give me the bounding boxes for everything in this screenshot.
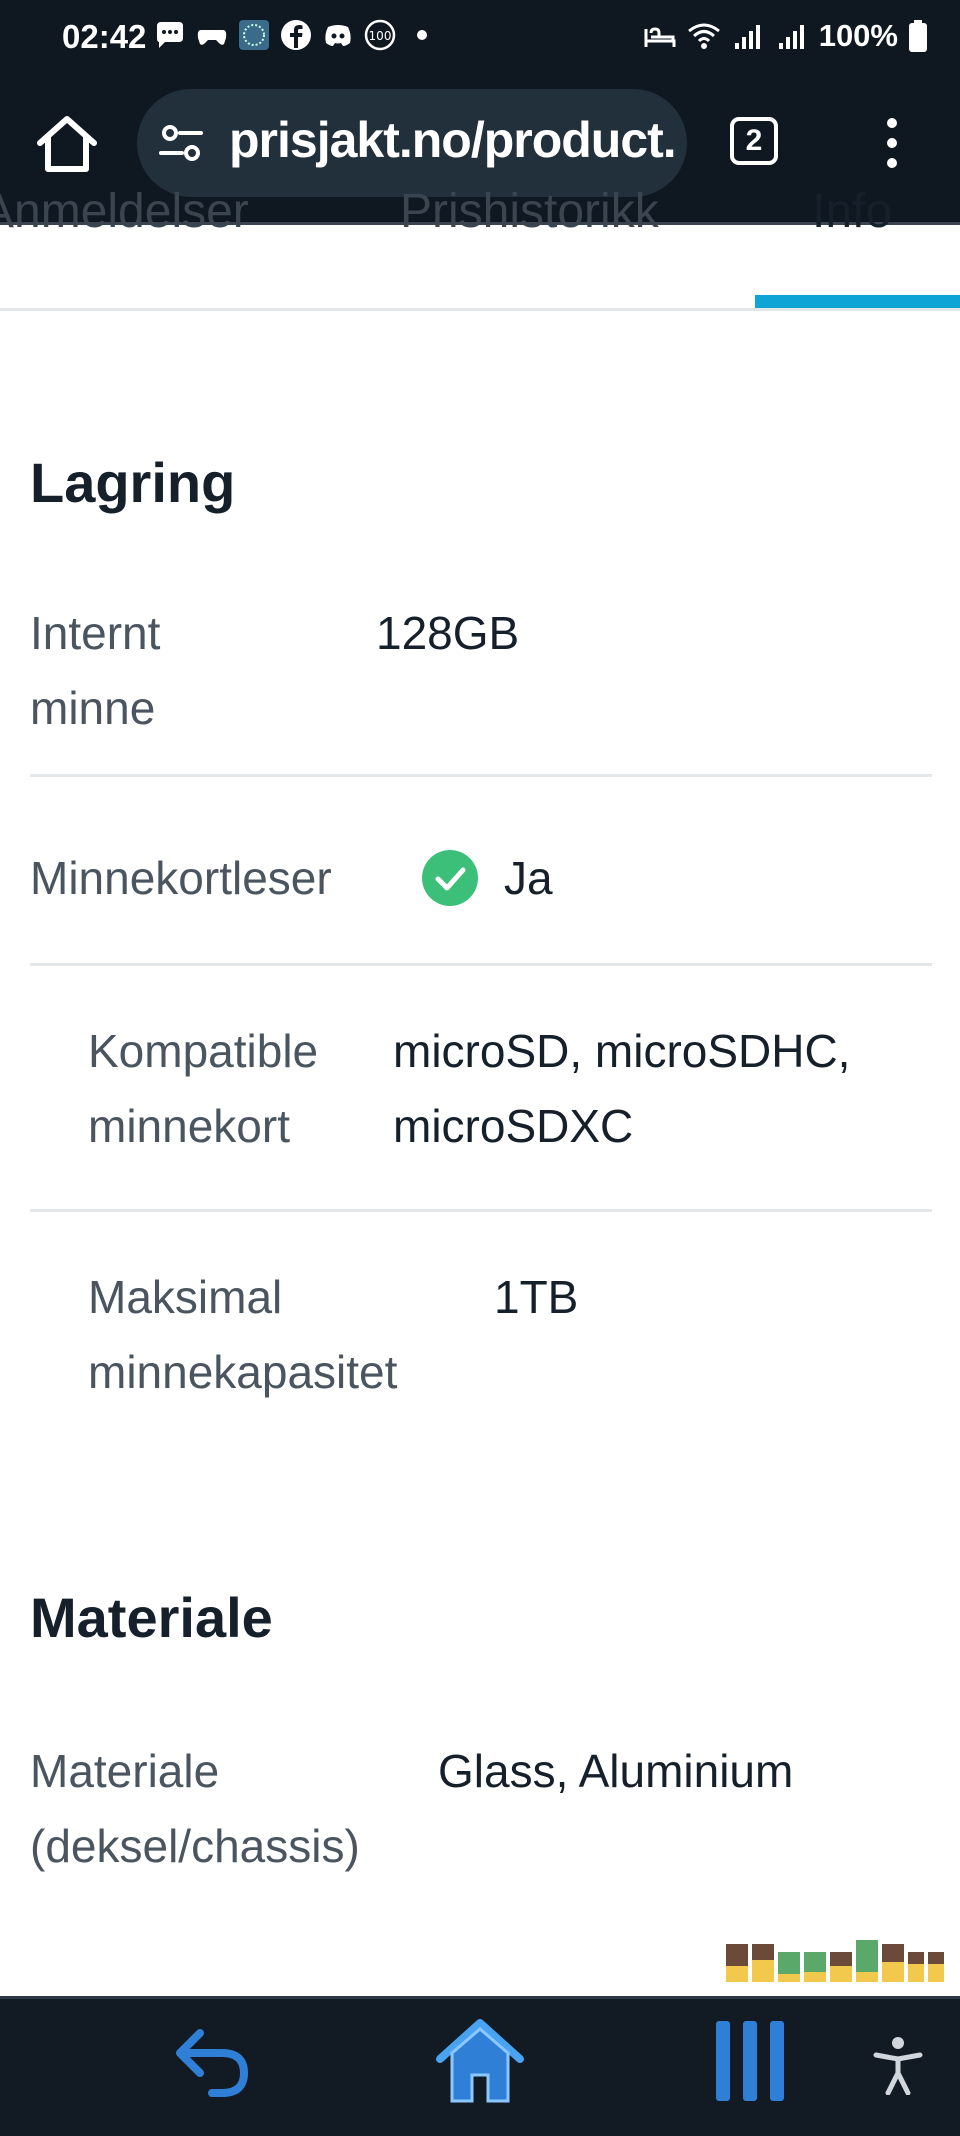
- tab-reviews[interactable]: Anmeldelser: [0, 184, 249, 239]
- active-tab-indicator: [755, 295, 960, 308]
- address-bar[interactable]: prisjakt.no/product.: [137, 89, 687, 197]
- spec-row-compatible-cards: Kompatible minnekort microSD, microSDHC,…: [30, 1012, 932, 1212]
- spec-label: minnekort: [88, 1100, 290, 1152]
- status-bar: 02:42 100 100%: [0, 0, 960, 80]
- spec-label: minnekapasitet: [88, 1346, 398, 1398]
- spec-label: (deksel/chassis): [30, 1820, 360, 1872]
- sleep-mode-icon: [644, 27, 676, 47]
- tabs-divider: [0, 308, 960, 311]
- hundred-badge-icon: 100: [364, 19, 396, 51]
- spec-value: 128GB: [376, 607, 520, 659]
- more-notifications-dot-icon: [417, 30, 427, 40]
- spec-row-material: Materiale (deksel/chassis) Glass, Alumin…: [30, 1732, 932, 1892]
- battery-icon: [909, 20, 927, 52]
- product-tabs: Anmeldelser Prishistorikk Info: [0, 185, 960, 312]
- spec-label: minne: [30, 682, 156, 734]
- activity-blocks-widget: [726, 1940, 944, 1982]
- spec-label: Maksimal: [88, 1271, 283, 1323]
- wifi-icon: [687, 23, 720, 49]
- status-right-icons: 100%: [643, 18, 928, 54]
- battery-percentage: 100%: [818, 18, 898, 53]
- spec-value: microSD, microSDHC,: [393, 1025, 851, 1077]
- row-divider: [30, 963, 932, 966]
- notification-icons: 100: [153, 18, 439, 52]
- status-time: 02:42: [62, 18, 147, 55]
- section-title-storage: Lagring: [30, 451, 236, 514]
- site-settings-icon[interactable]: [157, 119, 205, 167]
- section-title-material: Materiale: [30, 1586, 273, 1649]
- spec-value: microSDXC: [393, 1100, 634, 1152]
- url-text[interactable]: prisjakt.no/product.: [229, 111, 677, 169]
- tab-info[interactable]: Info: [812, 184, 892, 239]
- spec-row-internal-memory: Internt minne 128GB: [30, 594, 932, 780]
- home-icon[interactable]: [30, 107, 104, 181]
- recent-apps-icon[interactable]: [712, 2017, 788, 2105]
- spec-row-max-capacity: Maksimal minnekapasitet 1TB: [30, 1258, 932, 1418]
- app-badge-icon: [239, 20, 269, 50]
- tab-switcher-button[interactable]: 2: [730, 117, 778, 165]
- back-arrow-icon[interactable]: [170, 2019, 254, 2103]
- facebook-icon: [281, 20, 311, 50]
- more-options-icon[interactable]: [875, 113, 909, 173]
- home-nav-icon[interactable]: [434, 2015, 526, 2107]
- row-divider: [30, 1209, 932, 1212]
- spec-label: Materiale: [30, 1745, 220, 1797]
- discord-icon: [325, 25, 351, 46]
- signal-icon-2: [778, 25, 804, 49]
- accessibility-icon[interactable]: [872, 2035, 924, 2095]
- game-controller-icon: [197, 30, 227, 45]
- system-navigation-bar: [0, 1996, 960, 2136]
- spec-label: Kompatible: [88, 1025, 319, 1077]
- check-circle-icon: [422, 850, 478, 906]
- spec-value: 1TB: [494, 1271, 579, 1323]
- row-divider: [30, 774, 932, 777]
- chat-bubble-icon: [157, 22, 183, 48]
- spec-label: Internt: [30, 607, 161, 659]
- signal-icon-1: [734, 25, 760, 49]
- spec-row-card-reader: Minnekortleser Ja: [30, 839, 932, 979]
- spec-value: Glass, Aluminium: [438, 1745, 794, 1797]
- spec-label: Minnekortleser: [30, 852, 332, 904]
- spec-value-yes: Ja: [504, 852, 553, 904]
- tab-price-history[interactable]: Prishistorikk: [400, 184, 659, 239]
- svg-text:100: 100: [369, 29, 392, 43]
